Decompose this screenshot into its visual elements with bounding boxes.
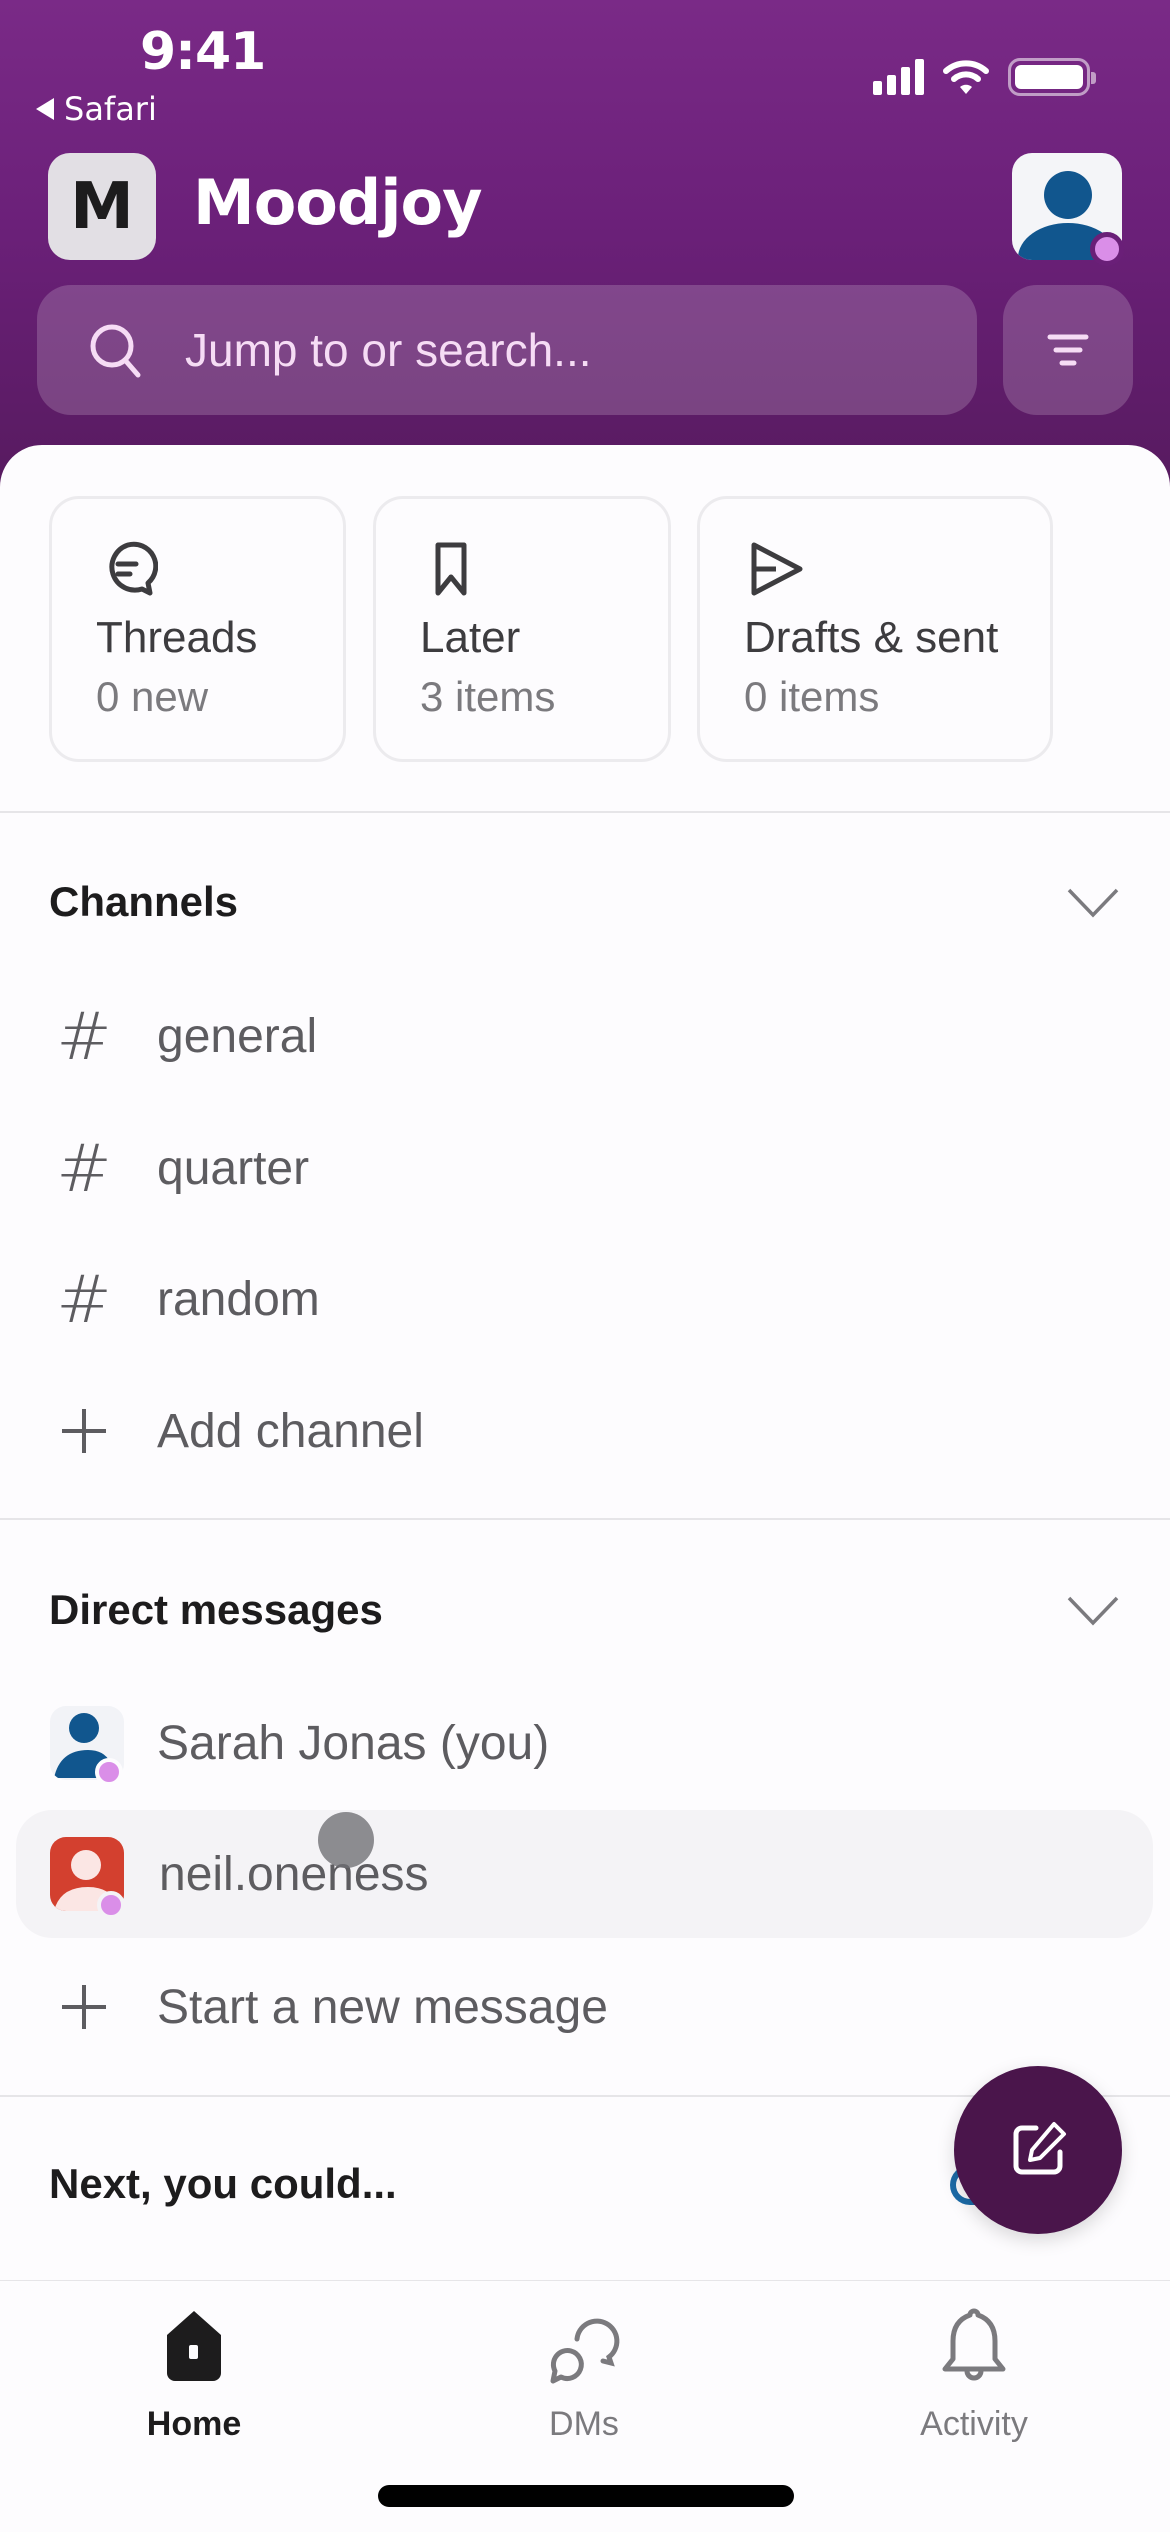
threads-card[interactable]: Threads 0 new	[49, 496, 346, 762]
hash-icon: #	[56, 1129, 112, 1207]
home-icon	[167, 2311, 221, 2381]
tab-label: DMs	[549, 2405, 619, 2443]
channel-row-general[interactable]: # general	[0, 976, 1170, 1096]
direct-messages-header[interactable]: Direct messages	[49, 1586, 383, 1634]
search-icon	[90, 324, 141, 378]
status-icons	[873, 58, 1096, 96]
presence-dot	[1090, 232, 1124, 266]
next-section-title: Next, you could...	[49, 2160, 397, 2207]
channel-row-random[interactable]: # random	[0, 1239, 1170, 1359]
filter-button[interactable]	[1003, 285, 1133, 415]
dm-row-neil-oneness[interactable]: neil.oneness	[0, 1814, 1170, 1934]
tab-dms[interactable]: DMs	[484, 2301, 684, 2444]
channel-row-quarter[interactable]: # quarter	[0, 1108, 1170, 1228]
hash-icon: #	[56, 1260, 112, 1338]
send-icon	[751, 542, 803, 596]
wifi-icon	[943, 60, 989, 94]
add-channel-button[interactable]: Add channel	[0, 1371, 1170, 1491]
tab-activity[interactable]: Activity	[874, 2301, 1074, 2444]
tab-home[interactable]: Home	[94, 2301, 294, 2444]
avatar-head	[1044, 171, 1092, 219]
touch-indicator	[318, 1812, 374, 1868]
divider	[0, 1518, 1170, 1520]
search-placeholder: Jump to or search...	[185, 324, 592, 376]
filter-icon	[1047, 334, 1089, 366]
new-message-label: Start a new message	[157, 1980, 608, 2034]
channels-header[interactable]: Channels	[49, 878, 238, 926]
status-time: 9:41	[140, 22, 266, 82]
drafts-sent-card[interactable]: Drafts & sent 0 items	[697, 496, 1053, 762]
battery-icon	[1008, 58, 1096, 96]
tab-label: Home	[146, 2405, 242, 2443]
dm-row-sarah-jonas[interactable]: Sarah Jonas (you)	[0, 1683, 1170, 1803]
bell-icon	[942, 2308, 1006, 2381]
card-title: Drafts & sent	[744, 613, 999, 662]
compose-button[interactable]	[954, 2066, 1122, 2234]
compose-icon	[1013, 2122, 1066, 2175]
channel-name: quarter	[157, 1141, 310, 1195]
back-to-safari[interactable]: Safari	[36, 90, 157, 128]
card-subtitle: 0 items	[744, 673, 880, 720]
start-new-message-button[interactable]: Start a new message	[0, 1947, 1170, 2067]
chevron-down-icon[interactable]	[1066, 887, 1120, 919]
app-header: 9:41 Safari M Moodjoy Jump to or search.…	[0, 0, 1170, 500]
channel-name: general	[157, 1009, 318, 1063]
plus-icon	[62, 1985, 106, 2029]
chevron-down-icon[interactable]	[1066, 1595, 1120, 1627]
threads-icon	[109, 541, 158, 596]
back-triangle-icon	[36, 98, 54, 120]
card-subtitle: 3 items	[420, 673, 556, 720]
hash-icon: #	[56, 997, 112, 1075]
dm-name: neil.oneness	[159, 1847, 429, 1901]
channel-name: random	[157, 1272, 320, 1326]
card-subtitle: 0 new	[96, 673, 209, 720]
workspace-name[interactable]: Moodjoy	[193, 166, 483, 239]
search-input[interactable]: Jump to or search...	[37, 285, 977, 415]
dm-name: Sarah Jonas (you)	[157, 1716, 550, 1770]
workspace-logo[interactable]: M	[48, 153, 156, 260]
back-app-label: Safari	[64, 90, 157, 128]
divider	[0, 811, 1170, 813]
card-title: Threads	[96, 613, 258, 662]
home-indicator[interactable]	[378, 2485, 794, 2507]
plus-icon	[62, 1409, 106, 1453]
later-card[interactable]: Later 3 items	[373, 496, 671, 762]
presence-dot	[97, 1891, 125, 1919]
tab-label: Activity	[920, 2405, 1028, 2443]
add-channel-label: Add channel	[157, 1404, 424, 1458]
card-title: Later	[420, 613, 521, 662]
dms-icon	[550, 2318, 620, 2384]
cellular-signal-icon	[873, 59, 924, 95]
bookmark-icon	[435, 542, 467, 596]
presence-dot	[95, 1758, 123, 1786]
